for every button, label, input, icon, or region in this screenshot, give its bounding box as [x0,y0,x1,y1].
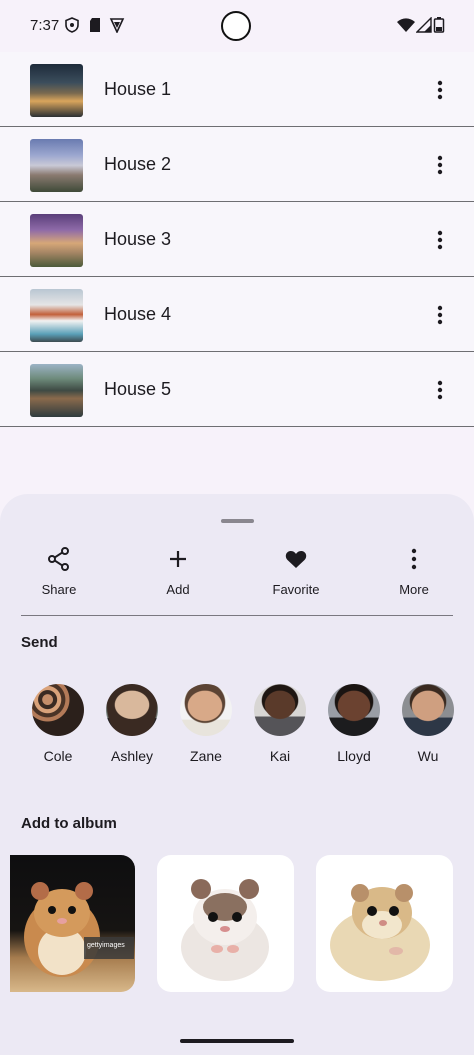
favorite-button[interactable]: Favorite [254,546,338,604]
avatar [402,684,454,736]
more-vertical-icon[interactable] [430,228,450,252]
contact-name: Ashley [110,748,154,764]
more-vertical-icon[interactable] [430,153,450,177]
album-hamster-1[interactable]: gettyimages [10,855,135,992]
drag-handle[interactable] [221,519,254,523]
item-label: House 5 [104,379,172,399]
navigation-bar [0,1030,474,1055]
watermark: gettyimages [87,942,125,949]
album-hamster-3[interactable] [316,855,453,992]
contact-wu[interactable]: Wu [398,684,458,764]
house-thumbnail [30,139,83,192]
album-hamster-2[interactable] [157,855,294,992]
item-label: House 4 [104,304,172,324]
wifi-icon [397,18,415,32]
contact-name: Lloyd [337,748,371,764]
share-label: Share [41,582,77,597]
more-vertical-icon[interactable] [430,303,450,327]
cell-signal-icon [416,17,432,33]
add-label: Add [166,582,190,597]
vpn-icon [109,18,125,33]
contact-name: Kai [269,748,291,764]
contact-cole[interactable]: Cole [28,684,88,764]
shield-icon [65,17,79,33]
camera-cutout [221,11,251,41]
contact-name: Wu [417,748,439,764]
send-section-title: Send [21,634,58,651]
hamster-image: gettyimages [24,882,134,977]
item-label: House 2 [104,154,172,174]
share-button[interactable]: Share [17,546,101,604]
hamster-image [181,879,269,981]
avatar [180,684,232,736]
battery-icon [433,17,445,33]
contact-lloyd[interactable]: Lloyd [324,684,384,764]
share-icon [48,547,69,571]
item-label: House 3 [104,229,172,249]
more-vertical-icon [411,548,417,570]
house-thumbnail [30,364,83,417]
item-label: House 1 [104,79,172,99]
more-vertical-icon[interactable] [430,378,450,402]
heart-icon [285,550,307,568]
add-button[interactable]: Add [136,546,220,604]
list-item-house-4[interactable]: House 4 [0,277,474,352]
list-item-house-5[interactable]: House 5 [0,352,474,427]
add-icon [170,551,186,567]
status-bar: 7:37 [0,0,474,52]
hamster-image [330,884,430,981]
house-thumbnail [30,64,83,117]
sd-card-icon [90,18,100,32]
list-item-house-2[interactable]: House 2 [0,127,474,202]
avatar [106,684,158,736]
contact-ashley[interactable]: Ashley [102,684,162,764]
list-item-house-3[interactable]: House 3 [0,202,474,277]
home-gesture-pill[interactable] [180,1039,294,1043]
avatar [254,684,306,736]
avatar [32,684,84,736]
contact-name: Zane [190,748,222,764]
contact-kai[interactable]: Kai [250,684,310,764]
favorite-label: Favorite [272,582,320,597]
avatar [328,684,380,736]
house-list: House 1 House 2 House 3 House 4 House 5 [0,52,474,427]
status-time: 7:37 [30,17,60,34]
more-label: More [399,582,429,597]
add-to-album-title: Add to album [21,815,117,832]
contact-zane[interactable]: Zane [176,684,236,764]
contact-name: Cole [43,748,73,764]
divider [21,615,453,616]
more-button[interactable]: More [372,546,456,604]
more-vertical-icon[interactable] [430,78,450,102]
house-thumbnail [30,289,83,342]
share-bottom-sheet: Share Add Favorite More Send Cole Ashley… [0,494,474,1030]
house-thumbnail [30,214,83,267]
list-item-house-1[interactable]: House 1 [0,52,474,127]
